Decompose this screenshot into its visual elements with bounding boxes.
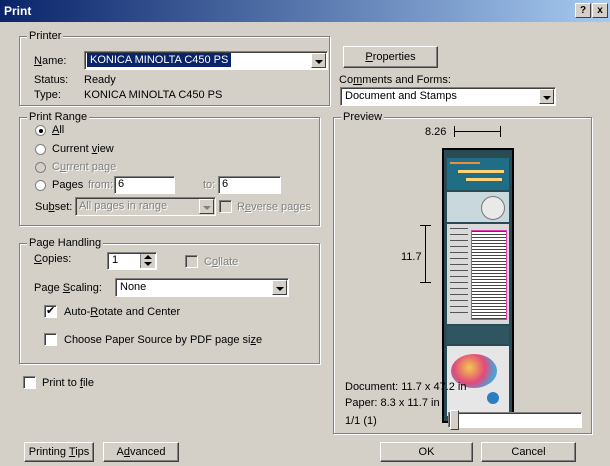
preview-text-block xyxy=(447,224,509,324)
range-all-radio[interactable] xyxy=(35,125,46,136)
printing-tips-button[interactable]: Printing Tips xyxy=(24,442,94,462)
title-bar[interactable]: Print ? x xyxy=(0,0,610,22)
paper-size: Paper: 8.3 x 11.7 in xyxy=(345,397,440,409)
pages-from-value: 6 xyxy=(118,178,125,190)
printer-name-select[interactable]: KONICA MINOLTA C450 PS xyxy=(84,51,328,70)
spin-arrows-icon[interactable] xyxy=(140,254,155,268)
preview-dial-block xyxy=(447,192,509,222)
page-slider-track[interactable] xyxy=(448,410,582,430)
comments-forms-value: Document and Stamps xyxy=(345,90,457,102)
collate-checkbox xyxy=(185,255,198,268)
to-label: to: xyxy=(203,179,216,191)
copies-label: Copies: xyxy=(34,253,72,265)
print-to-file-checkbox[interactable] xyxy=(23,376,36,389)
properties-button[interactable]: Properties xyxy=(343,46,438,68)
copies-value: 1 xyxy=(112,254,119,266)
reverse-pages-checkbox xyxy=(219,200,232,213)
preview-label: Preview xyxy=(341,111,385,123)
close-button[interactable]: x xyxy=(592,3,608,18)
window-title: Print xyxy=(4,4,32,18)
type-value: KONICA MINOLTA C450 PS xyxy=(84,89,223,101)
subset-value: All pages in range xyxy=(79,200,168,212)
page-scaling-label: Page Scaling: xyxy=(34,282,102,294)
print-range-label: Print Range xyxy=(27,111,90,123)
printer-name-value: KONICA MINOLTA C450 PS xyxy=(87,53,232,67)
page-scaling-select[interactable]: None xyxy=(115,278,289,297)
range-all-label: All xyxy=(52,124,65,136)
cancel-button[interactable]: Cancel xyxy=(481,442,576,462)
type-label: Type: xyxy=(34,89,61,101)
help-button[interactable]: ? xyxy=(575,3,591,18)
range-current-page-label: Current page xyxy=(52,161,117,173)
pages-to-value: 6 xyxy=(222,178,229,190)
ok-button[interactable]: OK xyxy=(380,442,473,462)
width-dimension: 8.26 xyxy=(425,126,447,138)
chevron-down-icon xyxy=(199,199,214,214)
from-label: from: xyxy=(88,179,114,191)
print-to-file-label: Print to file xyxy=(42,377,94,389)
page-slider-thumb[interactable] xyxy=(450,410,459,430)
reverse-pages-label: Reverse pages xyxy=(237,201,312,213)
pages-to-input[interactable]: 6 xyxy=(218,176,281,194)
printer-group-label: Printer xyxy=(27,30,64,42)
page-counter: 1/1 (1) xyxy=(345,415,377,427)
auto-rotate-label: Auto-Rotate and Center xyxy=(64,306,181,318)
range-current-page-radio xyxy=(35,162,46,173)
height-arrow-icon xyxy=(420,225,431,283)
chevron-down-icon[interactable] xyxy=(311,53,326,68)
printer-name-label: Name: xyxy=(34,55,67,67)
choose-paper-checkbox[interactable] xyxy=(44,333,57,346)
advanced-button[interactable]: Advanced xyxy=(103,442,179,462)
chevron-down-icon[interactable] xyxy=(272,280,287,295)
range-pages-label: Pages xyxy=(52,179,84,191)
page-handling-label: Page Handling xyxy=(27,237,104,249)
pages-from-input[interactable]: 6 xyxy=(114,176,175,194)
range-pages-radio[interactable] xyxy=(35,180,46,191)
subset-label: Subset: xyxy=(35,201,73,213)
range-current-view-radio[interactable] xyxy=(35,144,46,155)
document-size: Document: 11.7 x 47.2 in xyxy=(345,381,467,393)
choose-paper-label: Choose Paper Source by PDF page size xyxy=(64,334,263,346)
range-current-view-label: Current view xyxy=(52,143,114,155)
copies-stepper[interactable]: 1 xyxy=(107,252,157,270)
auto-rotate-checkbox[interactable] xyxy=(44,304,57,318)
width-arrow-icon xyxy=(454,126,501,137)
comments-forms-label: Comments and Forms: xyxy=(339,74,451,86)
chevron-down-icon[interactable] xyxy=(539,89,554,104)
subset-select: All pages in range xyxy=(75,197,216,216)
status-label: Status: xyxy=(34,74,69,86)
height-dimension: 11.7 xyxy=(401,251,422,263)
collate-label: Collate xyxy=(204,256,239,268)
status-value: Ready xyxy=(84,74,116,86)
comments-forms-select[interactable]: Document and Stamps xyxy=(340,87,556,106)
print-dialog: Print ? x Printer Name: KONICA MINOLTA C… xyxy=(0,0,610,466)
page-scaling-value: None xyxy=(120,281,147,293)
